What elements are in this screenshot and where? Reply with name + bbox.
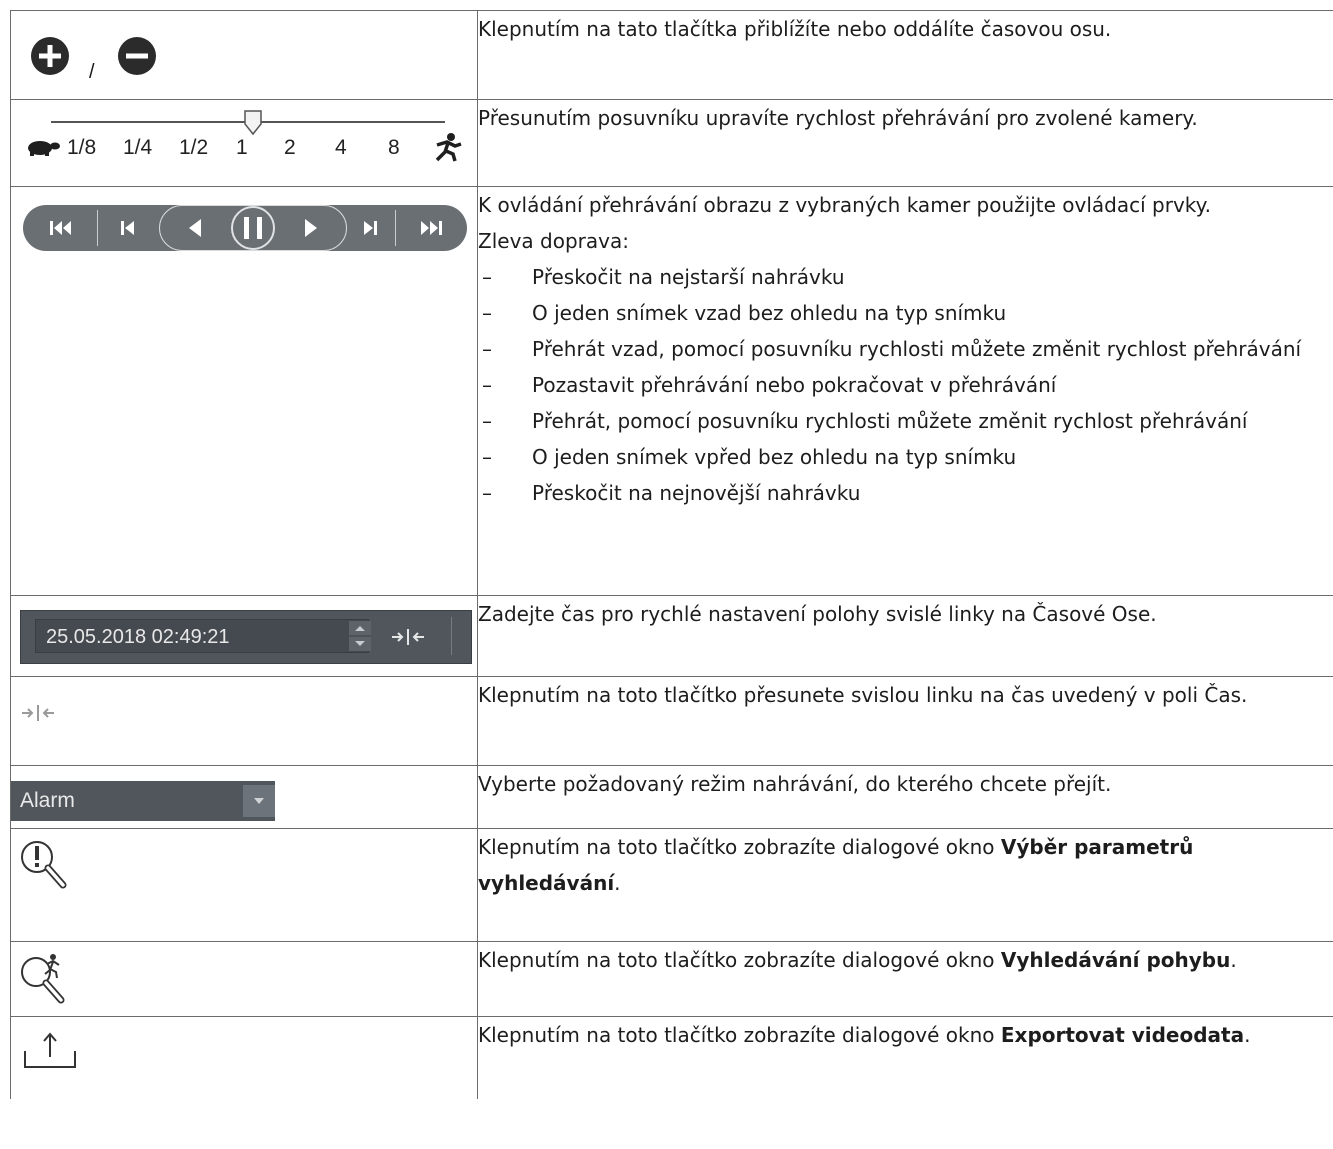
play-forward-button[interactable]	[281, 205, 341, 251]
speed-label: 1	[236, 136, 248, 159]
table-row: / Klepnutím na tato tlačítka přiblížíte …	[10, 10, 1333, 100]
table-row: Alarm Vyberte požadovaný režim nahrávání…	[10, 765, 1333, 829]
play-reverse-icon	[189, 219, 201, 237]
icon-cell	[10, 676, 478, 766]
divider	[395, 210, 396, 246]
turtle-icon	[28, 141, 60, 156]
step-forward-icon	[364, 221, 377, 235]
jump-to-time-icon[interactable]	[391, 627, 425, 647]
icon-cell: /	[10, 10, 478, 100]
chevron-down-icon	[254, 798, 264, 804]
table-row: Klepnutím na toto tlačítko zobrazíte dia…	[10, 1016, 1333, 1099]
dropdown-button[interactable]	[243, 785, 275, 817]
step-forward-button[interactable]	[347, 205, 393, 251]
step-back-icon	[121, 221, 134, 235]
speed-label: 1/2	[179, 136, 209, 159]
list-item: – O jeden snímek vzad bez ohledu na typ s…	[482, 301, 1007, 325]
list-item: – Pozastavit přehrávání nebo pokračovat v…	[482, 373, 1057, 397]
pause-button[interactable]	[229, 205, 277, 251]
table-row: Klepnutím na toto tlačítko zobrazíte dia…	[10, 941, 1333, 1017]
separator-slash: /	[89, 61, 95, 83]
description-text: Klepnutím na toto tlačítko přesunete svi…	[478, 683, 1248, 707]
alarm-search-icon[interactable]	[19, 839, 67, 891]
divider	[451, 617, 452, 655]
speed-label: 4	[335, 136, 347, 159]
playback-control-bar	[23, 205, 467, 251]
zoom-out-icon[interactable]	[117, 36, 157, 76]
table-row: Klepnutím na toto tlačítko zobrazíte dia…	[10, 828, 1333, 942]
description-intro: K ovládání přehrávání obrazu z vybraných…	[478, 193, 1211, 217]
zoom-in-icon[interactable]	[30, 36, 70, 76]
slider-thumb[interactable]	[243, 110, 263, 136]
icon-cell	[10, 941, 478, 1017]
table-row: 25.05.2018 02:49:21 Zadejte čas pro rych…	[10, 595, 1333, 677]
description-cell: K ovládání přehrávání obrazu z vybraných…	[477, 186, 1333, 596]
description-text: Přesunutím posuvníku upravíte rychlost p…	[478, 106, 1198, 130]
export-icon[interactable]	[23, 1031, 79, 1069]
running-man-icon	[435, 133, 462, 162]
list-item: – Přeskočit na nejnovější nahrávku	[482, 481, 861, 505]
skip-last-icon	[421, 221, 442, 235]
description-cell: Přesunutím posuvníku upravíte rychlost p…	[477, 99, 1333, 187]
description-text: Klepnutím na tato tlačítka přiblížíte ne…	[478, 17, 1112, 41]
skip-to-newest-button[interactable]	[401, 205, 461, 251]
list-item: – Přehrát vzad, pomocí posuvníku rychlost…	[482, 337, 1302, 361]
list-item: – Přeskočit na nejstarší nahrávku	[482, 265, 845, 289]
skip-first-icon	[50, 221, 71, 235]
description-cell: Vyberte požadovaný režim nahrávání, do k…	[477, 765, 1333, 829]
step-back-button[interactable]	[103, 205, 153, 251]
icon-cell: 25.05.2018 02:49:21	[10, 595, 478, 677]
speed-slider[interactable]: 1/8 1/4 1/2 1 2 4 8	[10, 99, 478, 187]
spin-buttons[interactable]	[349, 621, 371, 651]
icon-cell: Alarm	[10, 765, 478, 829]
select-value: Alarm	[20, 789, 75, 812]
table-row: Klepnutím na toto tlačítko přesunete svi…	[10, 676, 1333, 766]
dialog-name: Exportovat videodata	[1000, 1023, 1245, 1047]
play-icon	[305, 219, 317, 237]
table-row: K ovládání přehrávání obrazu z vybraných…	[10, 186, 1333, 596]
icon-cell	[10, 1016, 478, 1099]
speed-label: 8	[388, 136, 400, 159]
description-cell: Klepnutím na toto tlačítko zobrazíte dia…	[477, 941, 1333, 1017]
speed-label: 2	[284, 136, 296, 159]
description-cell: Zadejte čas pro rychlé nastavení polohy …	[477, 595, 1333, 677]
description-text: Zadejte čas pro rychlé nastavení polohy …	[478, 602, 1157, 626]
description-intro-2: Zleva doprava:	[478, 229, 629, 253]
icon-cell	[10, 828, 478, 942]
list-item: – Přehrát, pomocí posuvníku rychlosti můž…	[482, 409, 1248, 433]
control-list: – Přeskočit na nejstarší nahrávku – O jede…	[478, 259, 1333, 511]
description-cell: Klepnutím na toto tlačítko zobrazíte dia…	[477, 1016, 1333, 1099]
skip-to-oldest-button[interactable]	[29, 205, 93, 251]
table-row: 1/8 1/4 1/2 1 2 4 8 Přesunutím posuvníku…	[10, 99, 1333, 187]
motion-search-icon[interactable]	[19, 952, 71, 1004]
icon-cell	[10, 186, 478, 596]
divider	[97, 210, 98, 246]
speed-label: 1/4	[123, 136, 153, 159]
time-entry-bar: 25.05.2018 02:49:21	[20, 610, 472, 664]
datetime-input[interactable]: 25.05.2018 02:49:21	[35, 619, 369, 653]
description-cell: Klepnutím na tato tlačítka přiblížíte ne…	[477, 10, 1333, 100]
recording-mode-select[interactable]: Alarm	[11, 781, 275, 821]
dialog-name: Vyhledávání pohybu	[1000, 948, 1231, 972]
description-text: Vyberte požadovaný režim nahrávání, do k…	[478, 772, 1112, 796]
description-cell: Klepnutím na toto tlačítko zobrazíte dia…	[477, 828, 1333, 942]
speed-label: 1/8	[67, 136, 97, 159]
jump-to-time-icon[interactable]	[21, 703, 55, 723]
list-item: – O jeden snímek vpřed bez ohledu na typ …	[482, 445, 1017, 469]
description-cell: Klepnutím na toto tlačítko přesunete svi…	[477, 676, 1333, 766]
play-reverse-button[interactable]	[165, 205, 225, 251]
icon-description-table: / Klepnutím na tato tlačítka přiblížíte …	[10, 10, 1333, 1099]
